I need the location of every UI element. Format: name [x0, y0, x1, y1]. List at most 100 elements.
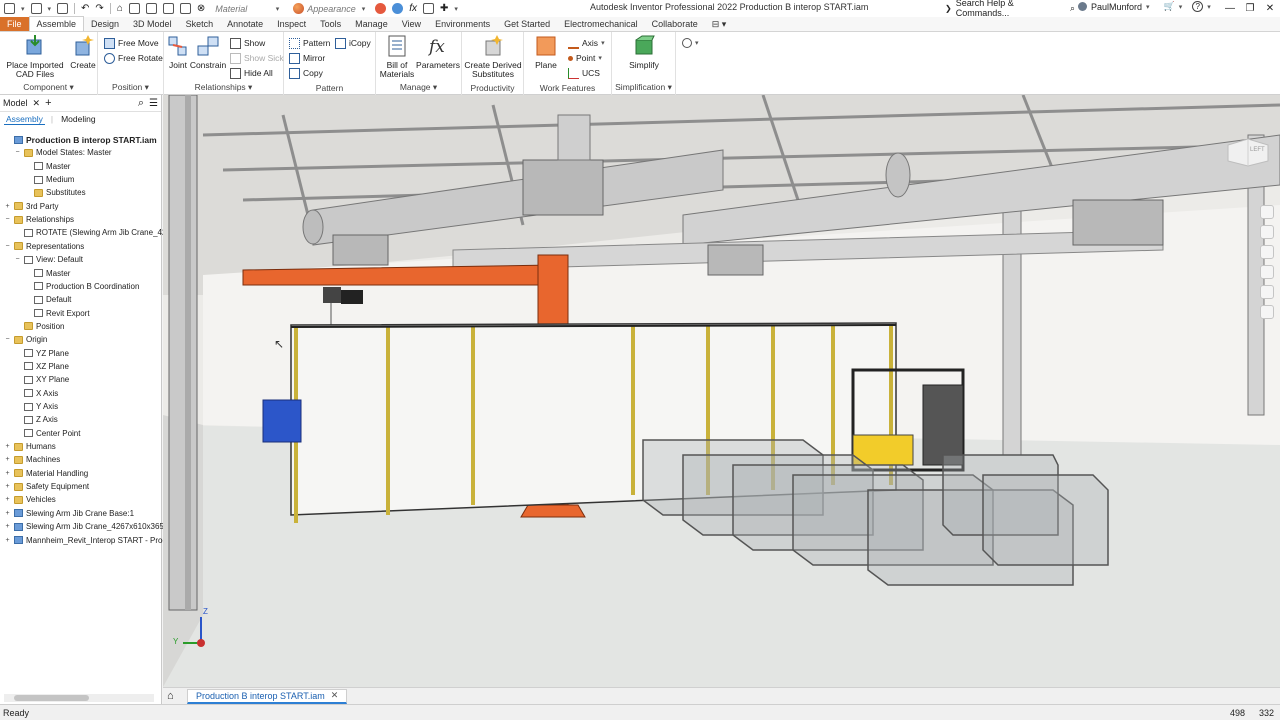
tab-modeling[interactable]: Modeling — [59, 114, 98, 124]
constrain-button[interactable]: Constrain — [190, 34, 226, 70]
position-group-label[interactable]: Position ▾ — [98, 82, 163, 93]
collapse-icon[interactable]: − — [14, 149, 21, 156]
tab-overflow-icon[interactable]: ⊟ ▾ — [705, 17, 734, 31]
tab-collaborate[interactable]: Collaborate — [645, 17, 705, 31]
plane-button[interactable]: Plane — [530, 34, 562, 70]
expand-icon[interactable]: + — [4, 443, 11, 450]
tree-node[interactable]: − View: Default — [14, 253, 83, 266]
material-selector[interactable]: Material ▾ — [211, 1, 283, 16]
home-icon[interactable]: ⌂ — [117, 3, 123, 14]
tree-node[interactable]: Master — [24, 160, 70, 173]
graphics-viewport[interactable]: Z Y LEFT ↖ — [163, 95, 1280, 687]
close-icon[interactable]: ✕ — [1260, 0, 1280, 17]
tree-node[interactable]: XZ Plane — [14, 360, 69, 373]
component-group-label[interactable]: Component ▾ — [0, 82, 97, 93]
mirror-button[interactable]: Mirror — [289, 51, 325, 65]
tab-electromechanical[interactable]: Electromechanical — [557, 17, 645, 31]
appearance-selector[interactable]: Appearance ▾ — [289, 1, 369, 16]
expand-icon[interactable]: + — [4, 470, 11, 477]
tab-sketch[interactable]: Sketch — [179, 17, 221, 31]
free-move-button[interactable]: Free Move — [104, 36, 159, 50]
new-icon[interactable] — [4, 3, 15, 14]
tree-node[interactable]: Default — [24, 293, 71, 306]
viewcube[interactable]: LEFT — [1224, 135, 1272, 167]
show-button[interactable]: Show — [230, 36, 265, 50]
tree-node[interactable]: − Origin — [4, 333, 47, 346]
bill-of-materials-button[interactable]: Bill of Materials — [379, 34, 415, 79]
material-clear-icon[interactable]: ⊗ — [197, 3, 205, 14]
expand-icon[interactable]: + — [4, 537, 11, 544]
pan-icon[interactable] — [1260, 225, 1274, 239]
minimize-icon[interactable]: — — [1220, 0, 1240, 17]
undo-icon[interactable]: ↶ — [81, 3, 89, 14]
tree-node[interactable]: Master — [24, 267, 70, 280]
simplify-button[interactable]: Simplify — [626, 34, 662, 70]
document-tab[interactable]: Production B interop START.iam ✕ — [187, 688, 348, 704]
tree-node[interactable]: Substitutes — [24, 186, 86, 199]
tab-annotate[interactable]: Annotate — [220, 17, 270, 31]
menu-icon[interactable]: ☰ — [149, 98, 158, 109]
tree-node[interactable]: YZ Plane — [14, 347, 69, 360]
user-account[interactable]: PaulMunford ▾ 🛒 ▾ ? ▾ — [1078, 1, 1211, 12]
tab-environments[interactable]: Environments — [428, 17, 497, 31]
tab-design[interactable]: Design — [84, 17, 126, 31]
chevron-down-icon[interactable]: ▾ — [1179, 3, 1183, 11]
browser-title[interactable]: Model — [3, 98, 28, 108]
expand-icon[interactable]: + — [4, 203, 11, 210]
clear-override-icon[interactable] — [392, 3, 404, 14]
tree-node[interactable]: − Representations — [4, 240, 84, 253]
hide-all-button[interactable]: Hide All — [230, 66, 273, 80]
help-icon[interactable]: ? — [1192, 1, 1204, 12]
adjust-icon[interactable]: ✚ — [440, 3, 448, 14]
tree-node[interactable]: Z Axis — [14, 413, 58, 426]
restore-icon[interactable]: ❐ — [1240, 0, 1260, 17]
chevron-down-icon[interactable]: ▾ — [454, 5, 458, 13]
tab-view[interactable]: View — [395, 17, 428, 31]
tree-node[interactable]: + Slewing Arm Jib Crane_4267x610x3658:1 — [4, 520, 175, 533]
tree-node[interactable]: − Model States: Master — [14, 146, 111, 159]
ucs-button[interactable]: UCS — [568, 66, 600, 80]
tree-node[interactable]: + Mannheim_Revit_Interop START - Producti — [4, 534, 179, 547]
tree-node[interactable]: Position — [14, 320, 64, 333]
tree-node[interactable]: +3rd Party — [4, 200, 58, 213]
tab-3d-model[interactable]: 3D Model — [126, 17, 179, 31]
select-icon[interactable] — [145, 3, 157, 14]
tree-node[interactable]: − Relationships — [4, 213, 74, 226]
tab-file[interactable]: File — [0, 17, 29, 31]
show-sick-button[interactable]: Show Sick — [230, 51, 284, 65]
tab-manage[interactable]: Manage — [348, 17, 395, 31]
axis-button[interactable]: Axis ▾ — [568, 36, 605, 50]
tab-inspect[interactable]: Inspect — [270, 17, 313, 31]
tree-node[interactable]: Medium — [24, 173, 74, 186]
tree-node[interactable]: XY Plane — [14, 373, 69, 386]
icopy-button[interactable]: iCopy — [335, 36, 371, 50]
zoom-icon[interactable] — [1260, 245, 1274, 259]
tree-node[interactable]: + Material Handling — [4, 467, 88, 480]
tree-node[interactable]: Revit Export — [24, 307, 90, 320]
create-component-button[interactable]: Create — [70, 34, 96, 70]
parameters-icon[interactable]: fx — [409, 3, 417, 14]
close-icon[interactable]: ✕ — [331, 690, 339, 701]
tree-node[interactable]: ROTATE (Slewing Arm Jib Crane_4267x6 — [14, 226, 184, 239]
collapse-icon[interactable]: − — [4, 243, 11, 250]
parameters-button[interactable]: fx Parameters — [416, 34, 460, 70]
place-imported-cad-button[interactable]: Place Imported CAD Files — [6, 34, 64, 79]
home-icon[interactable]: ⌂ — [167, 690, 181, 702]
tree-node[interactable]: + Slewing Arm Jib Crane Base:1 — [4, 507, 134, 520]
tree-node[interactable]: + Humans — [4, 440, 55, 453]
cart-icon[interactable]: 🛒 — [1164, 1, 1175, 12]
chevron-down-icon[interactable]: ▾ — [1207, 3, 1211, 11]
collapse-icon[interactable]: − — [4, 216, 11, 223]
help-search-input[interactable]: ❯ Search Help & Commands... ⌕ — [945, 0, 1075, 18]
ribbon-options-button[interactable]: ▾ — [682, 36, 699, 50]
open-icon[interactable] — [30, 3, 42, 14]
relationships-group-label[interactable]: Relationships ▾ — [164, 82, 283, 93]
tree-node[interactable]: + Safety Equipment — [4, 480, 89, 493]
search-icon[interactable]: ⌕ — [138, 97, 144, 110]
chevron-down-icon[interactable]: ▾ — [21, 5, 25, 13]
scrollbar-thumb[interactable] — [14, 695, 89, 701]
expand-icon[interactable]: + — [4, 496, 11, 503]
tree-node[interactable]: + Vehicles — [4, 493, 55, 506]
measure-icon[interactable] — [162, 3, 174, 14]
steering-wheel-icon[interactable] — [1260, 205, 1274, 219]
